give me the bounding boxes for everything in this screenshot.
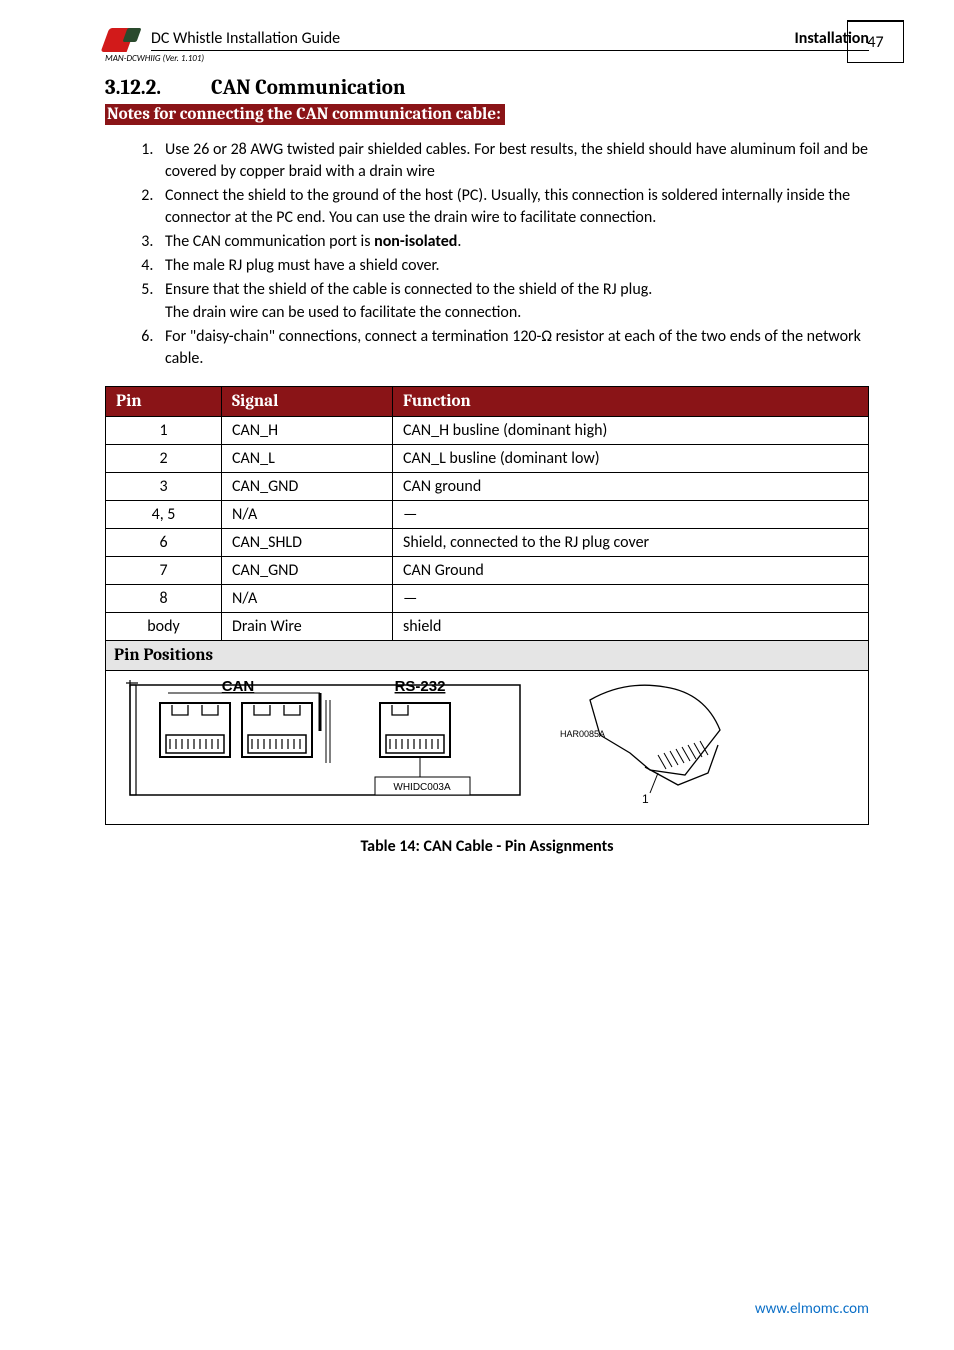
brand-logo [105,28,139,52]
col-signal: Signal [222,386,393,416]
list-item: Ensure that the shield of the cable is c… [157,279,869,323]
list-item: The CAN communication port is non-isolat… [157,231,869,253]
table-row: body Drain Wire shield [106,612,869,640]
pin-positions-label: Pin Positions [106,640,869,670]
table-row: 4, 5 N/A — [106,500,869,528]
table-caption: Table 14: CAN Cable - Pin Assignments [105,837,869,856]
cell-signal: N/A [222,500,393,528]
list-text: . [457,232,461,251]
cell-signal: CAN_GND [222,472,393,500]
table-header-row: Pin Signal Function [106,386,869,416]
rj-jack-rs232 [380,703,450,757]
version-line: MAN-DCWHIIG (Ver. 1.101) [105,53,869,64]
document-header: DC Whistle Installation Guide Installati… [105,28,869,52]
diagram-ref-right: HAR0085A [560,729,605,739]
diagram-cell: CAN [106,670,869,824]
list-text: The CAN communication port is [165,232,374,251]
header-title-line: DC Whistle Installation Guide Installati… [151,29,869,51]
connector-diagram: CAN [110,675,850,815]
diagram-row: CAN [106,670,869,824]
rj-jack-left-1 [160,703,230,757]
list-subtext: The drain wire can be used to facilitate… [165,302,869,324]
table-row: 1 CAN_H CAN_H busline (dominant high) [106,416,869,444]
col-pin: Pin [106,386,222,416]
section-title: CAN Communication [211,76,406,100]
cell-function: Shield, connected to the RJ plug cover [393,528,869,556]
cell-pin: 1 [106,416,222,444]
procedure-list: Use 26 or 28 AWG twisted pair shielded c… [105,139,869,370]
list-item: Use 26 or 28 AWG twisted pair shielded c… [157,139,869,183]
footer-url[interactable]: www.elmomc.com [755,1300,869,1318]
list-item: Connect the shield to the ground of the … [157,185,869,229]
table-row: 8 N/A — [106,584,869,612]
table-row: 6 CAN_SHLD Shield, connected to the RJ p… [106,528,869,556]
table-row: 7 CAN_GND CAN Ground [106,556,869,584]
list-item: The male RJ plug must have a shield cove… [157,255,869,277]
cell-function: — [393,500,869,528]
page-number-value: 47 [867,33,883,52]
can-label: CAN [222,678,255,695]
cell-pin: 7 [106,556,222,584]
pin-table: Pin Signal Function 1 CAN_H CAN_H buslin… [105,386,869,825]
list-item: For "daisy-chain" connections, connect a… [157,326,869,370]
cell-signal: CAN_H [222,416,393,444]
page-number: 47 [847,20,904,63]
table-row: 2 CAN_L CAN_L busline (dominant low) [106,444,869,472]
cell-pin: 3 [106,472,222,500]
pin1-label: 1 [642,792,649,806]
list-text: Ensure that the shield of the cable is c… [165,280,652,299]
cell-function: CAN_H busline (dominant high) [393,416,869,444]
cell-function: shield [393,612,869,640]
rs232-label: RS-232 [395,678,446,695]
list-bold: non-isolated [374,232,457,251]
cell-signal: CAN_SHLD [222,528,393,556]
cell-function: — [393,584,869,612]
cell-function: CAN Ground [393,556,869,584]
cell-pin: 4, 5 [106,500,222,528]
diagram-ref-left: WHIDC003A [393,782,451,793]
cell-signal: N/A [222,584,393,612]
rj-jack-left-2 [242,703,312,757]
notes-bar: Notes for connecting the CAN communicati… [105,104,505,125]
cell-function: CAN_L busline (dominant low) [393,444,869,472]
table-row: 3 CAN_GND CAN ground [106,472,869,500]
cell-function: CAN ground [393,472,869,500]
section-heading: 3.12.2. CAN Communication [105,76,869,100]
cell-pin: 6 [106,528,222,556]
section-number: 3.12.2. [105,76,183,100]
col-function: Function [393,386,869,416]
doc-title: DC Whistle Installation Guide [151,29,340,48]
pin-positions-row: Pin Positions [106,640,869,670]
cell-signal: CAN_GND [222,556,393,584]
cell-pin: 8 [106,584,222,612]
rj-plug-illustration: 1 [590,685,720,806]
cell-pin: 2 [106,444,222,472]
cell-signal: CAN_L [222,444,393,472]
cell-pin: body [106,612,222,640]
cell-signal: Drain Wire [222,612,393,640]
